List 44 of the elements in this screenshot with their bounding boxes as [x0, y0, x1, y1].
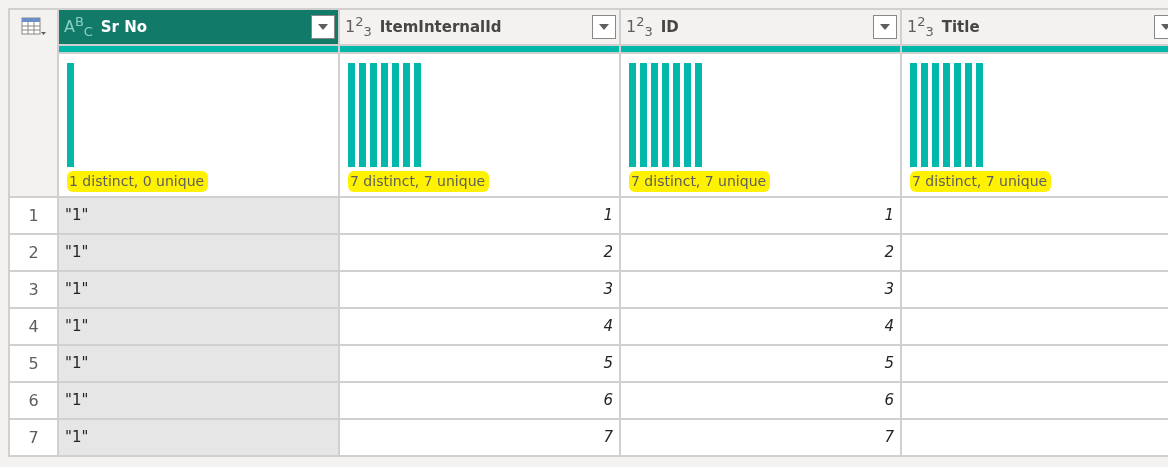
cell-value: 7	[603, 428, 613, 447]
caret-icon	[880, 24, 890, 30]
dropdown-button[interactable]	[592, 15, 616, 39]
cell-value: "1"	[65, 354, 89, 373]
caret-icon	[318, 24, 328, 30]
cell-value: "1"	[65, 391, 89, 410]
cell-value: 3	[884, 280, 894, 299]
dropdown-button[interactable]	[311, 15, 335, 39]
caret-icon	[599, 24, 609, 30]
column-header[interactable]: A$^{B}$$_{C}$ Sr No	[58, 9, 339, 45]
cell-value: "1"	[65, 280, 89, 299]
cell-value: 7	[884, 428, 894, 447]
cell-value: 4	[884, 317, 894, 336]
column-header[interactable]: 1$^{2}$$_{3}$ ItemInternalId	[339, 9, 620, 45]
row-number: 3	[28, 279, 39, 299]
cell-value: 6	[603, 391, 613, 410]
cell-value: 4	[603, 317, 613, 336]
row-number: 7	[28, 427, 39, 447]
cell-value: "1"	[65, 317, 89, 336]
caret-icon	[1161, 24, 1168, 30]
row-number: 1	[28, 205, 39, 225]
column-header[interactable]: 1$^{2}$$_{3}$ Title	[901, 9, 1168, 45]
cell-value: 3	[603, 280, 613, 299]
cell-value: 1	[603, 206, 613, 225]
cell-value: 5	[603, 354, 613, 373]
row-number: 2	[28, 242, 39, 262]
cell-value: "1"	[65, 243, 89, 262]
cell-value: 2	[884, 243, 894, 262]
cell-value: "1"	[65, 428, 89, 447]
row-number: 4	[28, 316, 39, 336]
dropdown-button[interactable]	[873, 15, 897, 39]
column-stats: 1 distinct, 0 unique	[67, 170, 209, 192]
cell-value: 2	[603, 243, 613, 262]
column-stats: 7 distinct, 7 unique	[910, 170, 1052, 192]
column-header[interactable]: 1$^{2}$$_{3}$ ID	[620, 9, 901, 45]
column-stats: 7 distinct, 7 unique	[629, 170, 771, 192]
column-stats: 7 distinct, 7 unique	[348, 170, 490, 192]
row-number: 6	[28, 390, 39, 410]
cell-value: "1"	[65, 206, 89, 225]
cell-value: 5	[884, 354, 894, 373]
table-menu-icon[interactable]	[20, 17, 47, 37]
row-number: 5	[28, 353, 39, 373]
cell-value: 1	[884, 206, 894, 225]
cell-value: 6	[884, 391, 894, 410]
